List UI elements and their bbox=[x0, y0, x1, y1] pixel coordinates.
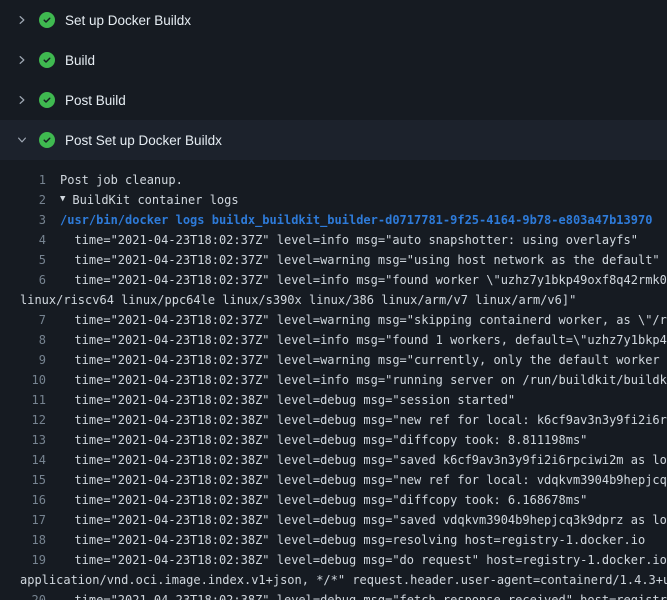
chevron-right-icon bbox=[14, 12, 30, 28]
check-circle-icon bbox=[39, 52, 55, 68]
log-line: 1 ▼ Post job cleanup. bbox=[0, 170, 667, 190]
log-line: 11 ▼ time="2021-04-23T18:02:38Z" level=d… bbox=[0, 390, 667, 410]
log-text: time="2021-04-23T18:02:37Z" level=warnin… bbox=[46, 250, 660, 270]
log-line: 15 ▼ time="2021-04-23T18:02:38Z" level=d… bbox=[0, 470, 667, 490]
log-line: 4 ▼ time="2021-04-23T18:02:37Z" level=in… bbox=[0, 230, 667, 250]
log-text: BuildKit container logs bbox=[72, 190, 238, 210]
step-header-build[interactable]: Build bbox=[0, 40, 667, 80]
log-line-number[interactable]: 12 bbox=[0, 410, 46, 430]
log-text: time="2021-04-23T18:02:37Z" level=info m… bbox=[46, 330, 667, 350]
log-line: 3 ▼ /usr/bin/docker logs buildx_buildkit… bbox=[0, 210, 667, 230]
group-toggle-icon[interactable]: ▼ bbox=[60, 189, 65, 209]
log-line-number[interactable]: 14 bbox=[0, 450, 46, 470]
chevron-right-icon bbox=[14, 92, 30, 108]
step-header-post-set-up-docker-buildx[interactable]: Post Set up Docker Buildx bbox=[0, 120, 667, 160]
step-label: Set up Docker Buildx bbox=[65, 13, 191, 28]
log-line: 10 ▼ time="2021-04-23T18:02:37Z" level=i… bbox=[0, 370, 667, 390]
log-text: time="2021-04-23T18:02:37Z" level=info m… bbox=[46, 270, 667, 290]
log-line-number[interactable]: 5 bbox=[0, 250, 46, 270]
step-label: Post Set up Docker Buildx bbox=[65, 133, 222, 148]
log-line-number[interactable]: 2 bbox=[0, 190, 46, 210]
log-line: 19 ▼ time="2021-04-23T18:02:38Z" level=d… bbox=[0, 550, 667, 570]
log-text: time="2021-04-23T18:02:37Z" level=info m… bbox=[46, 230, 638, 250]
log-text: time="2021-04-23T18:02:38Z" level=debug … bbox=[46, 490, 587, 510]
log-text: time="2021-04-23T18:02:38Z" level=debug … bbox=[46, 410, 667, 430]
log-line-number[interactable]: 8 bbox=[0, 330, 46, 350]
log-text: time="2021-04-23T18:02:37Z" level=info m… bbox=[46, 370, 667, 390]
log-text: /usr/bin/docker logs buildx_buildkit_bui… bbox=[46, 210, 652, 230]
step-header-set-up-docker-buildx[interactable]: Set up Docker Buildx bbox=[0, 0, 667, 40]
check-circle-icon bbox=[39, 12, 55, 28]
step-label: Post Build bbox=[65, 93, 126, 108]
step-label: Build bbox=[65, 53, 95, 68]
log-line: 2 ▼ BuildKit container logs bbox=[0, 190, 667, 210]
log-line: 18 ▼ time="2021-04-23T18:02:38Z" level=d… bbox=[0, 530, 667, 550]
log-text: time="2021-04-23T18:02:37Z" level=warnin… bbox=[46, 310, 667, 330]
log-line-number[interactable]: 16 bbox=[0, 490, 46, 510]
log-line: 13 ▼ time="2021-04-23T18:02:38Z" level=d… bbox=[0, 430, 667, 450]
log-text: linux/riscv64 linux/ppc64le linux/s390x … bbox=[0, 290, 576, 310]
log-output: 1 ▼ Post job cleanup. 2 ▼ BuildKit conta… bbox=[0, 160, 667, 600]
log-line: 12 ▼ time="2021-04-23T18:02:38Z" level=d… bbox=[0, 410, 667, 430]
log-line-number[interactable]: 19 bbox=[0, 550, 46, 570]
log-line-number[interactable]: 4 bbox=[0, 230, 46, 250]
log-line-number[interactable]: 10 bbox=[0, 370, 46, 390]
log-text: time="2021-04-23T18:02:38Z" level=debug … bbox=[46, 550, 667, 570]
log-text: time="2021-04-23T18:02:38Z" level=debug … bbox=[46, 430, 587, 450]
log-line-number[interactable]: 9 bbox=[0, 350, 46, 370]
log-text: time="2021-04-23T18:02:38Z" level=debug … bbox=[46, 510, 667, 530]
log-text: time="2021-04-23T18:02:37Z" level=warnin… bbox=[46, 350, 667, 370]
log-line-number[interactable]: 15 bbox=[0, 470, 46, 490]
actions-log-viewer: Set up Docker Buildx Build bbox=[0, 0, 667, 600]
log-line-number[interactable]: 20 bbox=[0, 590, 46, 600]
log-text: application/vnd.oci.image.index.v1+json,… bbox=[0, 570, 667, 590]
log-line-number[interactable]: 18 bbox=[0, 530, 46, 550]
log-line: 5 ▼ time="2021-04-23T18:02:37Z" level=wa… bbox=[0, 250, 667, 270]
log-line-number[interactable]: 13 bbox=[0, 430, 46, 450]
log-line: 20 ▼ time="2021-04-23T18:02:38Z" level=d… bbox=[0, 590, 667, 600]
log-line: 6 ▼ time="2021-04-23T18:02:37Z" level=in… bbox=[0, 270, 667, 290]
log-line: 7 ▼ time="2021-04-23T18:02:37Z" level=wa… bbox=[0, 310, 667, 330]
log-line-number[interactable]: 6 bbox=[0, 270, 46, 290]
log-line: 17 ▼ time="2021-04-23T18:02:38Z" level=d… bbox=[0, 510, 667, 530]
log-line: 8 ▼ time="2021-04-23T18:02:37Z" level=in… bbox=[0, 330, 667, 350]
step-header-post-build[interactable]: Post Build bbox=[0, 80, 667, 120]
chevron-right-icon bbox=[14, 52, 30, 68]
log-line-number[interactable]: 11 bbox=[0, 390, 46, 410]
log-text: time="2021-04-23T18:02:38Z" level=debug … bbox=[46, 590, 667, 600]
log-text: Post job cleanup. bbox=[46, 170, 183, 190]
check-circle-icon bbox=[39, 92, 55, 108]
log-text: time="2021-04-23T18:02:38Z" level=debug … bbox=[46, 470, 667, 490]
log-text: time="2021-04-23T18:02:38Z" level=debug … bbox=[46, 390, 515, 410]
log-line: 16 ▼ time="2021-04-23T18:02:38Z" level=d… bbox=[0, 490, 667, 510]
log-line-continuation: linux/riscv64 linux/ppc64le linux/s390x … bbox=[0, 290, 667, 310]
log-line-number[interactable]: 17 bbox=[0, 510, 46, 530]
log-text: time="2021-04-23T18:02:38Z" level=debug … bbox=[46, 450, 667, 470]
steps-list: Set up Docker Buildx Build bbox=[0, 0, 667, 160]
check-circle-icon bbox=[39, 132, 55, 148]
log-line-number[interactable]: 7 bbox=[0, 310, 46, 330]
log-line: 14 ▼ time="2021-04-23T18:02:38Z" level=d… bbox=[0, 450, 667, 470]
log-text: time="2021-04-23T18:02:38Z" level=debug … bbox=[46, 530, 645, 550]
chevron-down-icon bbox=[14, 132, 30, 148]
log-line: 9 ▼ time="2021-04-23T18:02:37Z" level=wa… bbox=[0, 350, 667, 370]
log-line-number[interactable]: 3 bbox=[0, 210, 46, 230]
log-line-continuation: application/vnd.oci.image.index.v1+json,… bbox=[0, 570, 667, 590]
log-line-number[interactable]: 1 bbox=[0, 170, 46, 190]
